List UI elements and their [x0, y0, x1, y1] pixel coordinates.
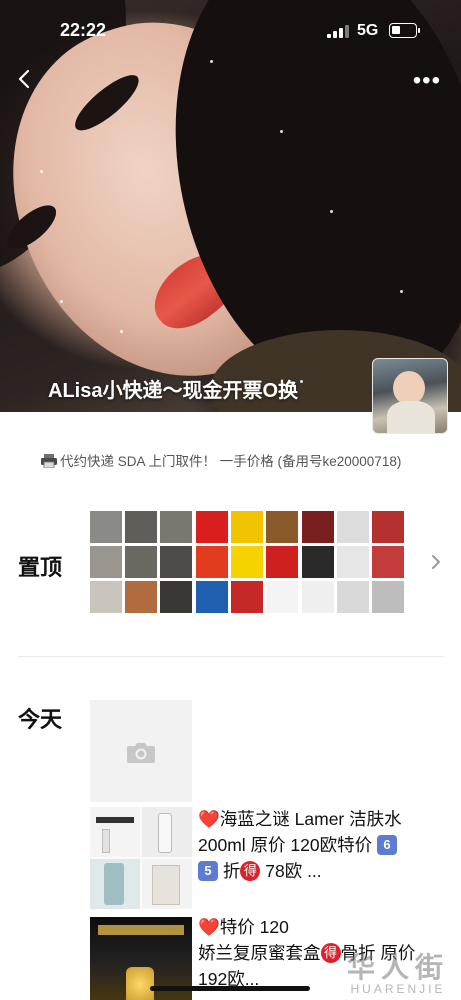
pinned-mosaic-cell [196, 511, 228, 543]
pinned-mosaic-cell [266, 546, 298, 578]
pinned-mosaic-cell [125, 511, 157, 543]
thumb-quadrant [142, 807, 192, 857]
add-photo-button[interactable] [90, 700, 192, 802]
pinned-mosaic-cell [90, 581, 122, 613]
pinned-mosaic-cell [160, 581, 192, 613]
sparkle [60, 300, 63, 303]
chevron-right-icon[interactable] [429, 553, 443, 571]
heart-icon: ❤️ [198, 809, 220, 829]
post-thumbnail-lamer[interactable] [90, 807, 192, 909]
pinned-mosaic-cell [372, 546, 404, 578]
pinned-mosaic-cell [302, 546, 334, 578]
battery-icon [389, 23, 420, 38]
avatar-face [393, 371, 425, 405]
keycap-five-icon: 5 [198, 861, 218, 881]
post-line: 78欧 ... [260, 861, 322, 881]
post-line: 折 [218, 861, 241, 881]
thumb-logo [96, 817, 134, 823]
pinned-mosaic-cell [337, 581, 369, 613]
pinned-mosaic-cell [160, 511, 192, 543]
thumb-quadrant [90, 807, 140, 857]
thumb-quadrant [142, 859, 192, 909]
watermark: 华人街 HUARENJIE [347, 946, 449, 996]
avatar-shirt [387, 401, 435, 433]
pinned-mosaic-cell [372, 511, 404, 543]
pinned-mosaic-cell [337, 546, 369, 578]
sparkle [120, 330, 123, 333]
divider [18, 656, 444, 657]
printer-icon [41, 454, 57, 468]
pinned-mosaic-cell [196, 581, 228, 613]
post-line: 海蓝之谜 Lamer 洁肤水 [219, 809, 402, 829]
pinned-mosaic-cell [231, 546, 263, 578]
post-line: 特价 120 [219, 917, 289, 937]
today-label: 今天 [18, 707, 63, 732]
avatar[interactable] [372, 358, 448, 434]
pinned-mosaic-cell [302, 581, 334, 613]
pinned-thumbnail-gifts[interactable] [302, 511, 404, 613]
pinned-mosaic-cell [302, 511, 334, 543]
pinned-mosaic-cell [125, 581, 157, 613]
sparkle [280, 130, 283, 133]
thumb-box [152, 865, 180, 905]
post-line: 娇兰复原蜜套盒 [198, 943, 321, 963]
thumb-bottle [104, 863, 124, 905]
pinned-mosaic-cell [266, 581, 298, 613]
heart-icon: ❤️ [198, 917, 220, 937]
pinned-mosaic-cell [337, 511, 369, 543]
status-time: 22:22 [60, 20, 107, 40]
sparkle [210, 60, 213, 63]
cover-eye [67, 67, 146, 139]
signal-icon [327, 25, 349, 38]
thumb-bottle [102, 829, 110, 853]
post-line: 200ml 原价 120欧特价 [198, 835, 377, 855]
profile-signature: 代约快递 SDA 上门取件！ 一手价格 (备用号ke20000718) [40, 450, 401, 470]
network-type: 5G [357, 22, 379, 39]
watermark-main: 华人街 [346, 952, 449, 983]
pinned-mosaic-cell [372, 581, 404, 613]
sparkle [400, 290, 403, 293]
pinned-mosaic-cell [90, 546, 122, 578]
thumb-bottle [158, 813, 172, 853]
pinned-mosaic-cell [231, 581, 263, 613]
deal-mark-icon: 得 [240, 861, 261, 881]
thumb-quadrant [90, 859, 140, 909]
sparkle [300, 380, 303, 383]
pinned-grid[interactable] [90, 511, 404, 613]
pinned-mosaic-cell [196, 546, 228, 578]
more-options-icon[interactable]: ••• [413, 69, 441, 93]
sparkle [330, 210, 333, 213]
deal-mark-icon: 得 [320, 943, 341, 963]
cover-photo[interactable] [0, 0, 461, 412]
thumb-bottle [126, 967, 154, 1000]
home-indicator[interactable] [150, 986, 310, 991]
keycap-six-icon: 6 [376, 835, 397, 855]
watermark-sub: HUARENJIE [350, 982, 446, 996]
sparkle [40, 170, 43, 173]
camera-icon [127, 743, 155, 763]
signature-text: 代约快递 SDA 上门取件！ 一手价格 (备用号ke20000718) [60, 454, 402, 469]
pinned-mosaic-cell [160, 546, 192, 578]
pinned-mosaic-cell [266, 511, 298, 543]
pinned-label: 置顶 [18, 555, 63, 580]
pinned-mosaic-cell [231, 511, 263, 543]
profile-nickname: ALisa小快递～现金开票O换 [48, 380, 299, 402]
thumb-banner [98, 925, 184, 935]
pinned-mosaic-cell [125, 546, 157, 578]
pinned-thumbnail-sea-cucumber[interactable] [90, 511, 192, 613]
post-text-lamer[interactable]: ❤️海蓝之谜 Lamer 洁肤水 200ml 原价 120欧特价 6 5 折得 … [198, 806, 418, 884]
back-arrow-icon[interactable] [14, 68, 36, 90]
pinned-thumbnail-courier[interactable] [196, 511, 298, 613]
pinned-mosaic-cell [90, 511, 122, 543]
